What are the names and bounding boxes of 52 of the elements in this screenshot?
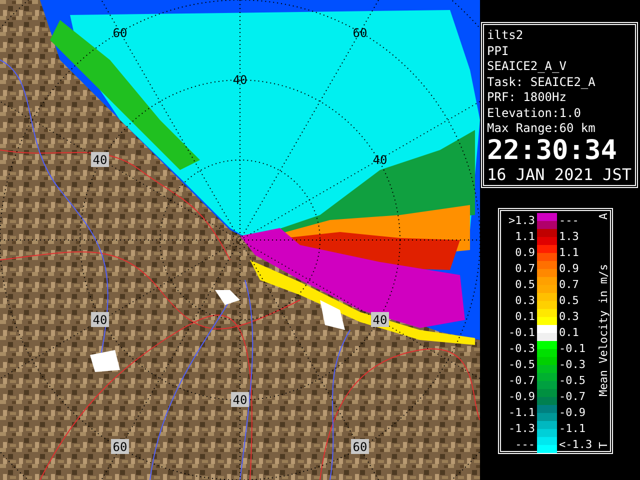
legend-label: -0.3: [558, 358, 586, 371]
range-label: 40: [231, 392, 249, 407]
info-line: PRF: 1800Hz: [487, 90, 568, 106]
legend-label: >1.3: [508, 214, 536, 227]
legend-label: 0.3: [514, 294, 536, 307]
legend-label: <-1.3: [558, 438, 594, 451]
legend-label: -1.1: [508, 406, 536, 419]
legend-label: -0.7: [508, 374, 536, 387]
legend-label: ---: [514, 438, 536, 451]
range-label: 40: [232, 73, 248, 87]
legend-label: -0.7: [558, 390, 586, 403]
legend-label: -0.9: [508, 390, 536, 403]
range-label: 60: [352, 26, 368, 40]
info-line: PPI: [487, 44, 510, 59]
range-label: 40: [91, 152, 109, 167]
range-label: 60: [351, 439, 369, 454]
time-text: 22:30:34: [487, 136, 618, 164]
info-line: ilts2: [487, 28, 524, 44]
legend-mark: A: [597, 212, 610, 220]
info-line: Elevation:1.0: [487, 106, 582, 121]
legend-label: 0.9: [514, 246, 536, 259]
legend-label: -1.1: [558, 422, 586, 435]
legend-label: 0.7: [514, 262, 536, 275]
range-label: 40: [91, 312, 109, 327]
legend-label: 1.1: [558, 246, 580, 259]
legend-label: -0.5: [508, 358, 536, 371]
legend-label: 1.3: [558, 230, 580, 243]
legend-label: 0.1: [558, 326, 580, 339]
legend-label: 0.5: [514, 278, 536, 291]
info-line: Task: SEAICE2_A: [487, 74, 596, 90]
legend-label: ---: [558, 214, 580, 227]
range-label: 60: [111, 439, 129, 454]
legend-label: -0.5: [558, 374, 586, 387]
range-label: 60: [112, 26, 128, 40]
legend-label: -0.3: [508, 342, 536, 355]
legend-label: 0.9: [558, 262, 580, 275]
legend-title: Mean Velocity in m/s: [597, 264, 610, 397]
info-line: Max Range:60 km: [487, 121, 596, 136]
legend-label: -0.1: [558, 342, 586, 355]
legend-label: 0.1: [514, 310, 536, 323]
date-text: 16 JAN 2021 JST: [487, 164, 632, 184]
legend-label: 1.1: [514, 230, 536, 243]
range-label: 40: [371, 312, 389, 327]
info-line: SEAICE2_A_V: [487, 59, 568, 74]
legend-label: -1.3: [508, 422, 536, 435]
legend-label: 0.3: [558, 310, 580, 323]
legend-label: 0.7: [558, 278, 580, 291]
legend-label: -0.9: [558, 406, 586, 419]
legend-label: 0.5: [558, 294, 580, 307]
range-label: 40: [372, 153, 388, 167]
legend-mark: T: [597, 442, 610, 448]
legend-label: -0.1: [508, 326, 536, 339]
